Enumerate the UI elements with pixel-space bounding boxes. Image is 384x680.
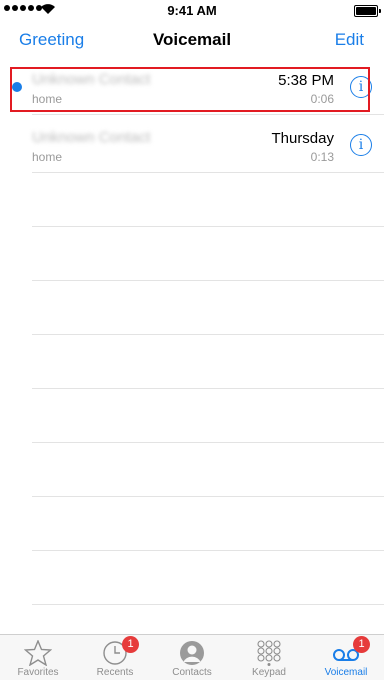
divider [32,172,384,173]
keypad-icon [257,640,281,666]
contact-icon [180,641,204,665]
voicemail-label: home [32,92,63,106]
unread-dot-icon [12,82,22,92]
divider [32,442,384,443]
divider [32,280,384,281]
battery-icon [354,5,381,17]
divider [32,226,384,227]
status-bar: 9:41 AM [0,0,384,22]
info-icon[interactable]: i [350,134,372,156]
tab-voicemail[interactable]: 1 Voicemail [308,635,384,680]
tab-bar: Favorites 1 Recents Contacts Keypad 1 Vo… [0,634,384,680]
divider [32,550,384,551]
divider [32,604,384,605]
voicemail-caller-name: Unknown Contact [32,71,151,88]
tab-label: Contacts [172,667,212,678]
tab-recents[interactable]: 1 Recents [77,635,153,680]
voicemail-duration: 0:06 [310,92,334,106]
tab-contacts[interactable]: Contacts [154,635,230,680]
info-icon[interactable]: i [350,76,372,98]
navigation-bar: Greeting Voicemail Edit [0,22,384,62]
divider [32,496,384,497]
divider [32,334,384,335]
voicemail-row[interactable]: Unknown Contact home Thursday 0:13 i [0,120,384,172]
voicemail-list: Unknown Contact home 5:38 PM 0:06 i Unkn… [0,62,384,634]
tab-label: Keypad [252,667,286,678]
status-time: 9:41 AM [167,3,217,18]
recents-badge: 1 [122,636,139,653]
tab-label: Voicemail [324,667,368,678]
edit-button[interactable]: Edit [335,30,364,50]
tab-keypad[interactable]: Keypad [231,635,307,680]
tab-favorites[interactable]: Favorites [0,635,76,680]
voicemail-caller-name: Unknown Contact [32,129,151,146]
voicemail-duration: 0:13 [310,150,334,164]
voicemail-row[interactable]: Unknown Contact home 5:38 PM 0:06 i [0,62,384,114]
voicemail-badge: 1 [353,636,370,653]
tab-label: Recents [96,667,134,678]
voicemail-label: home [32,150,63,164]
voicemail-time: 5:38 PM [278,72,334,89]
star-icon [24,640,52,666]
greeting-button[interactable]: Greeting [19,30,84,50]
divider [32,388,384,389]
tab-label: Favorites [17,667,59,678]
voicemail-time: Thursday [271,130,334,147]
divider [32,114,384,115]
